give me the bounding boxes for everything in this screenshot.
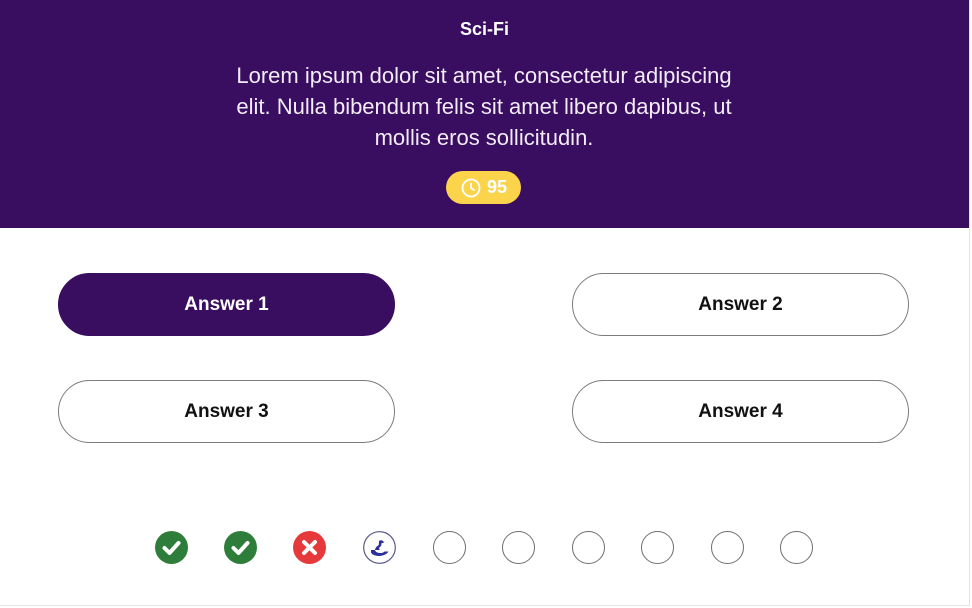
clock-icon bbox=[461, 178, 481, 197]
pending-question-dot bbox=[641, 531, 674, 564]
current-question-icon bbox=[363, 531, 396, 564]
category-title: Sci-Fi bbox=[459, 19, 509, 39]
correct-icon bbox=[155, 531, 188, 564]
answer-2-button[interactable]: Answer 2 bbox=[572, 273, 909, 336]
pending-question-dot bbox=[433, 531, 466, 564]
pending-question-dot bbox=[780, 531, 813, 564]
question-header: Sci-Fi Lorem ipsum dolor sit amet, conse… bbox=[0, 0, 969, 228]
wrong-icon bbox=[293, 531, 326, 564]
pending-question-dot bbox=[572, 531, 605, 564]
quiz-screen: Sci-Fi Lorem ipsum dolor sit amet, conse… bbox=[0, 0, 970, 606]
pending-question-dot bbox=[711, 531, 744, 564]
correct-icon bbox=[224, 531, 257, 564]
timer-value: 95 bbox=[486, 177, 508, 197]
pending-question-dot bbox=[502, 531, 535, 564]
question-text: Lorem ipsum dolor sit amet, consectetur … bbox=[236, 63, 732, 150]
timer-badge: 95 bbox=[446, 171, 521, 204]
answer-4-button[interactable]: Answer 4 bbox=[572, 380, 909, 443]
answer-3-button[interactable]: Answer 3 bbox=[58, 380, 395, 443]
answer-1-button[interactable]: Answer 1 bbox=[58, 273, 395, 336]
